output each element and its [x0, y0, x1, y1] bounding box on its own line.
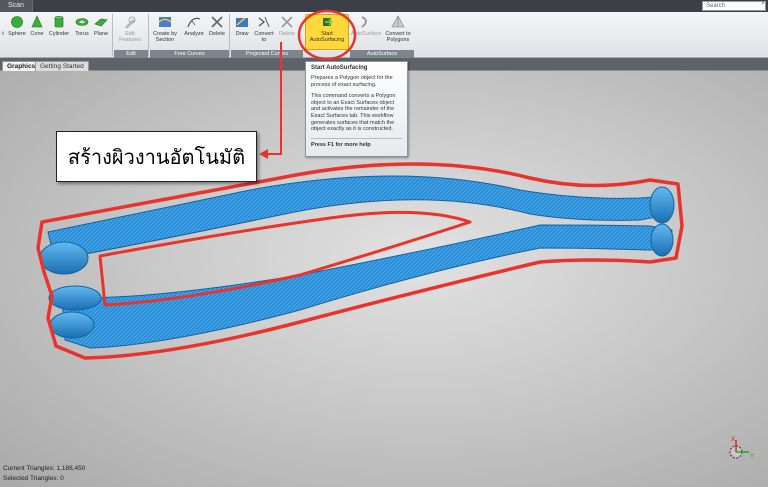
group-label-free-curves: Free Curves	[150, 50, 229, 58]
cone-icon	[31, 15, 43, 28]
analyze-icon	[187, 17, 201, 28]
autosurface-icon	[361, 16, 367, 28]
start-autosurfacing-icon	[323, 18, 333, 26]
search-icon[interactable]: ⌕	[761, 0, 765, 8]
cylinder-button[interactable]: Cylinder	[47, 15, 71, 51]
ribbon-separator	[112, 14, 113, 56]
ribbon: t Sphere Cone Cylinder Torus Plane Edit …	[0, 12, 768, 58]
analyze-button[interactable]: Analyze	[182, 15, 206, 51]
tooltip-description-1: Prepares a Polygon object for the proces…	[311, 75, 393, 88]
torus-icon	[75, 18, 89, 26]
edit-features-button[interactable]: Edit Features	[114, 15, 146, 51]
title-bar: Scan Search ⌕	[0, 0, 768, 12]
partial-icon	[1, 15, 5, 29]
group-label-autosurface: AutoSurface	[350, 50, 414, 58]
ribbon-separator	[148, 14, 149, 56]
thai-callout-box: สร้างผิวงานอัตโนมัติ	[56, 131, 257, 182]
start-autosurfacing-tooltip: Start AutoSurfacing Prepares a Polygon o…	[305, 61, 408, 157]
torus-button[interactable]: Torus	[73, 15, 91, 51]
cylinder-icon	[54, 15, 64, 28]
plane-icon	[94, 18, 108, 27]
delete-icon	[211, 16, 223, 28]
sphere-icon	[11, 16, 23, 28]
autosurface-button[interactable]: AutoSurface	[350, 15, 382, 51]
delete-icon	[281, 16, 293, 28]
ribbon-separator	[229, 14, 230, 56]
group-label-edit: Edit	[114, 50, 148, 58]
create-by-section-icon	[158, 17, 172, 27]
tooltip-divider	[311, 137, 402, 139]
edit-features-icon	[125, 16, 136, 29]
delete-free-curves-button[interactable]: Delete	[207, 15, 227, 51]
convert-icon	[258, 16, 270, 28]
tooltip-description-2: This command converts a Polygon object t…	[311, 93, 396, 133]
draw-button[interactable]: Draw	[232, 15, 252, 51]
group-label-projected-curves: Projected Curves	[231, 50, 303, 58]
current-triangles-status: Current Triangles: 1,188,450	[3, 465, 86, 472]
convert-to-polygons-icon	[391, 15, 405, 28]
selected-triangles-status: Selected Triangles: 0	[3, 475, 64, 482]
tab-scan[interactable]: Scan	[0, 0, 33, 12]
draw-icon	[236, 17, 248, 27]
convert-to-polygons-button[interactable]: Convert to Polygons	[383, 15, 413, 51]
convert-to-button[interactable]: Convert to	[253, 15, 275, 51]
tooltip-title: Start AutoSurfacing	[311, 65, 368, 71]
ribbon-button-partial[interactable]: t	[0, 15, 6, 51]
start-autosurfacing-button[interactable]: Start AutoSurfacing	[305, 14, 349, 50]
sphere-button[interactable]: Sphere	[7, 15, 27, 51]
cone-button[interactable]: Cone	[29, 15, 45, 51]
delete-projected-curves-button[interactable]: Delete	[277, 15, 297, 51]
search-input[interactable]: Search	[702, 1, 766, 11]
tooltip-help-hint: Press F1 for more help	[311, 141, 371, 148]
plane-button[interactable]: Plane	[92, 15, 110, 51]
tab-getting-started[interactable]: Getting Started	[35, 61, 89, 71]
create-by-section-button[interactable]: Create by Section	[151, 15, 179, 51]
